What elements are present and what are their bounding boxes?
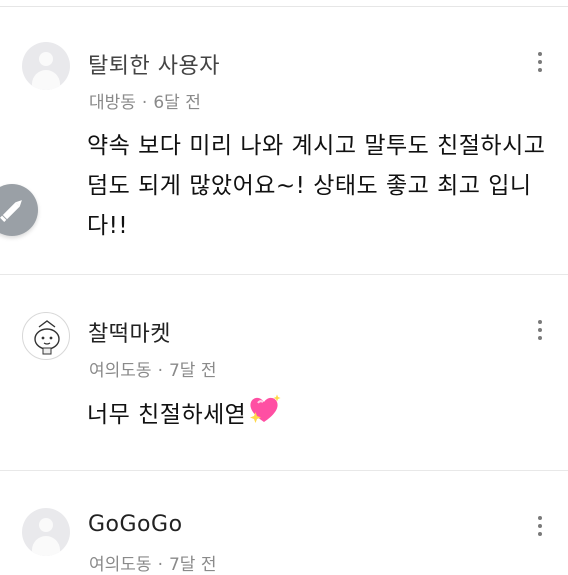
pencil-icon xyxy=(0,200,22,223)
more-vertical-icon[interactable] xyxy=(534,516,546,536)
review-time: 7달 전 xyxy=(168,555,217,575)
avatar-body-shape xyxy=(32,70,60,90)
meta-separator: · xyxy=(141,93,148,113)
meta-separator: · xyxy=(157,361,163,381)
avatar-head-shape xyxy=(39,518,53,532)
review-author-name[interactable]: 탈퇴한 사용자 xyxy=(88,48,220,80)
review-location: 대방동 xyxy=(89,93,136,113)
review-time: 6달 전 xyxy=(153,93,201,113)
review-location: 여의도동 xyxy=(89,555,152,575)
avatar[interactable] xyxy=(22,508,70,556)
avatar-body-shape xyxy=(32,536,60,556)
rice-cake-character-icon xyxy=(34,320,60,355)
avatar[interactable] xyxy=(22,312,70,360)
review-text: 약속 보다 미리 나와 계시고 말투도 친절하시고 덤도 되게 많았어요~! 상… xyxy=(87,133,546,239)
review-text: 너무 친절하세엳 xyxy=(87,402,247,428)
review-author-name[interactable]: GoGoGo xyxy=(88,512,183,537)
avatar-head-shape xyxy=(39,52,53,66)
review-time: 7달 전 xyxy=(168,361,217,381)
review-text-row: 너무 친절하세엳 xyxy=(87,394,548,437)
review-meta: 대방동 · 6달 전 xyxy=(89,88,201,113)
sparkling-heart-icon xyxy=(248,394,282,437)
review-divider xyxy=(0,470,568,471)
more-vertical-icon[interactable] xyxy=(534,320,546,340)
avatar[interactable] xyxy=(22,42,70,90)
review-location: 여의도동 xyxy=(89,361,152,381)
review-author-name[interactable]: 찰떡마켓 xyxy=(88,316,171,348)
more-vertical-icon[interactable] xyxy=(534,52,546,72)
review-divider xyxy=(0,274,568,275)
meta-separator: · xyxy=(157,555,163,575)
top-divider xyxy=(0,6,568,7)
review-meta: 여의도동 · 7달 전 xyxy=(89,550,216,575)
review-meta: 여의도동 · 7달 전 xyxy=(89,356,216,381)
write-review-button[interactable] xyxy=(0,184,38,236)
